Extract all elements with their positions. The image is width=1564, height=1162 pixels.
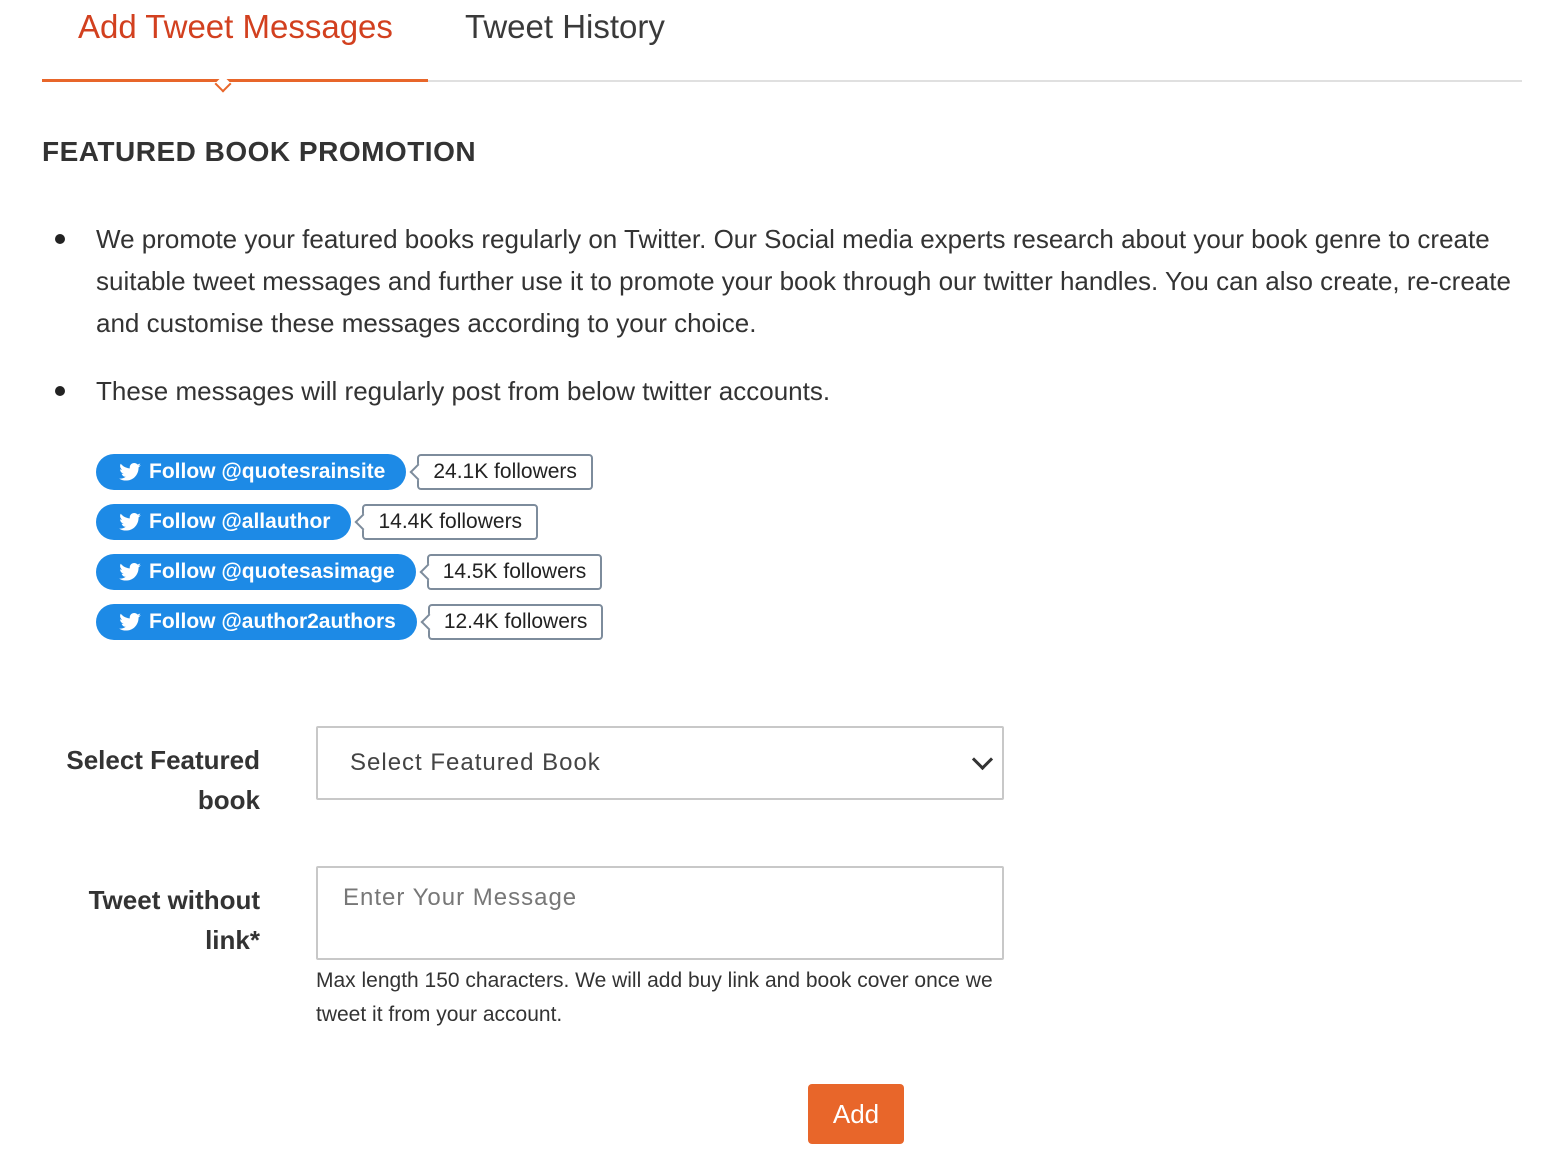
- twitter-bird-icon: [119, 513, 141, 531]
- chevron-down-icon: [971, 748, 994, 771]
- follow-row: Follow @quotesasimage 14.5K followers: [96, 554, 603, 590]
- add-button[interactable]: Add: [808, 1084, 904, 1144]
- active-tab-indicator: [42, 79, 428, 82]
- twitter-follow-list: Follow @quotesrainsite 24.1K followers F…: [96, 454, 604, 654]
- follow-button-quotesasimage[interactable]: Follow @quotesasimage: [96, 554, 416, 590]
- follow-row: Follow @allauthor 14.4K followers: [96, 504, 603, 540]
- info-text: These messages will regularly post from …: [96, 376, 831, 406]
- follow-button-label: Follow @author2authors: [149, 610, 396, 633]
- tweet-message-field-wrapper: [316, 866, 1004, 960]
- follow-button-allauthor[interactable]: Follow @allauthor: [96, 504, 352, 540]
- info-list-item: We promote your featured books regularly…: [55, 218, 1555, 344]
- tweet-help-text: Max length 150 characters. We will add b…: [316, 969, 993, 1026]
- follower-count[interactable]: 24.1K followers: [417, 454, 593, 490]
- tab-tweet-history[interactable]: Tweet History: [465, 8, 665, 46]
- tab-add-tweet-messages[interactable]: Add Tweet Messages: [78, 8, 393, 46]
- twitter-bird-icon: [119, 463, 141, 481]
- follower-count[interactable]: 12.4K followers: [427, 604, 604, 640]
- follow-button-label: Follow @quotesrainsite: [149, 460, 386, 483]
- tweet-message-input[interactable]: [318, 868, 1002, 958]
- info-list-item: These messages will regularly post from …: [55, 370, 1555, 412]
- featured-book-select-value: Select Featured Book: [350, 749, 601, 776]
- follower-count[interactable]: 14.5K followers: [426, 554, 603, 590]
- bullet-icon: [55, 386, 65, 396]
- follower-count[interactable]: 14.4K followers: [362, 504, 539, 540]
- section-title: FEATURED BOOK PROMOTION: [42, 136, 477, 167]
- bullet-icon: [55, 234, 65, 244]
- info-list: We promote your featured books regularly…: [55, 218, 1555, 438]
- follow-row: Follow @author2authors 12.4K followers: [96, 604, 604, 640]
- twitter-bird-icon: [119, 563, 141, 581]
- follow-button-author2authors[interactable]: Follow @author2authors: [96, 604, 417, 640]
- follow-button-quotesrainsite[interactable]: Follow @quotesrainsite: [96, 454, 407, 490]
- info-text: We promote your featured books regularly…: [96, 224, 1511, 338]
- tab-bar: Add Tweet Messages Tweet History: [42, 0, 1522, 93]
- follow-button-label: Follow @quotesasimage: [149, 560, 395, 583]
- follow-button-label: Follow @allauthor: [149, 510, 331, 533]
- featured-book-label: Select Featured book: [66, 745, 260, 815]
- follow-row: Follow @quotesrainsite 24.1K followers: [96, 454, 603, 490]
- tweet-message-label: Tweet without link*: [88, 885, 260, 955]
- featured-book-select[interactable]: Select Featured Book: [316, 726, 1004, 800]
- twitter-bird-icon: [119, 613, 141, 631]
